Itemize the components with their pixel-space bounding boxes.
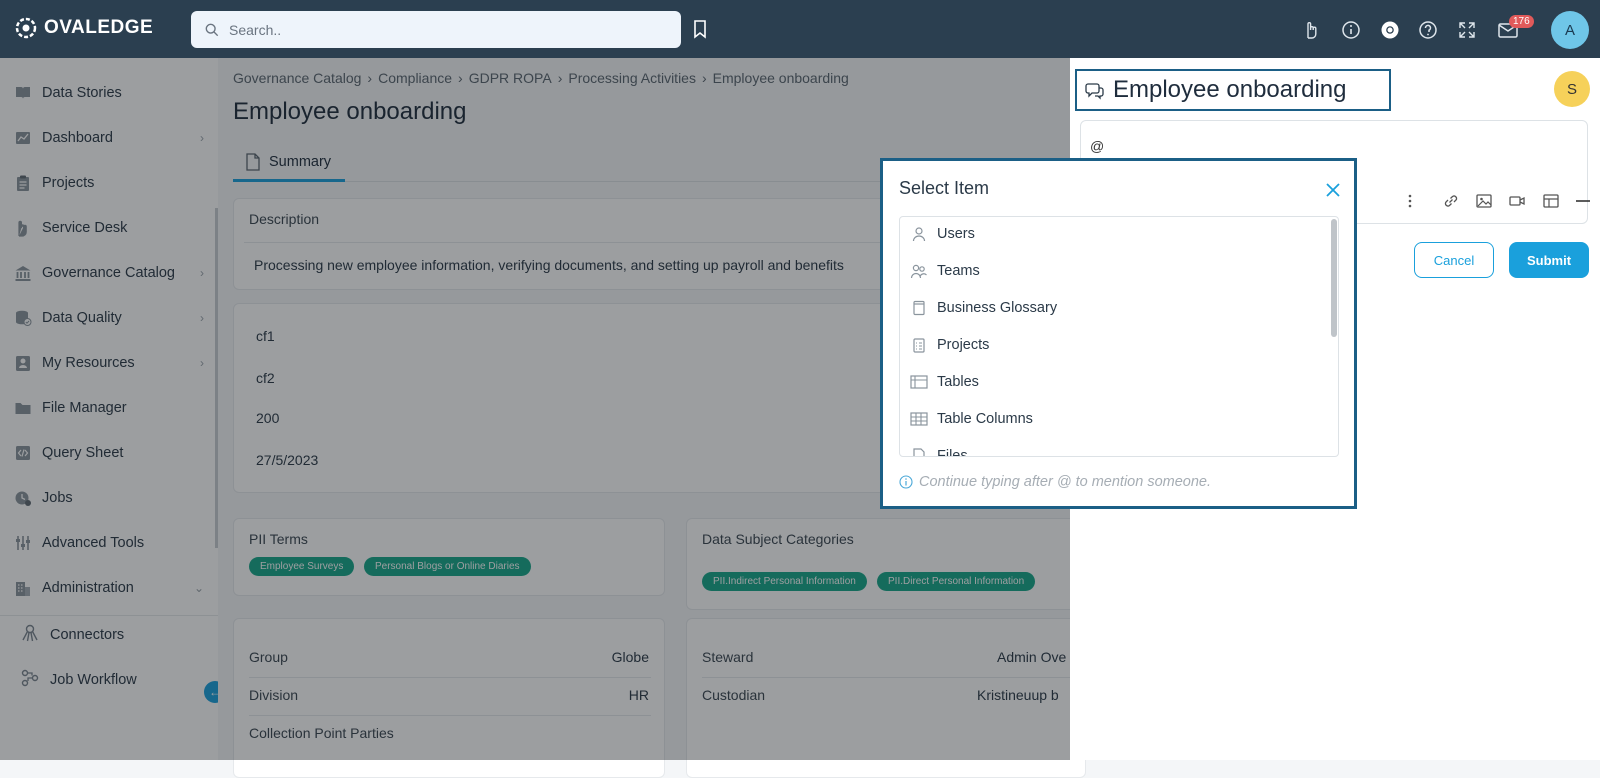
comment-editor-text[interactable]: @ xyxy=(1090,138,1104,154)
bookmark-icon[interactable] xyxy=(690,19,710,39)
brand-name: OVALEDGE xyxy=(44,17,154,38)
user-avatar[interactable]: A xyxy=(1551,11,1589,49)
list-item-users[interactable]: Users xyxy=(910,219,975,249)
link-icon[interactable] xyxy=(1442,192,1460,210)
chat-icon xyxy=(1085,83,1104,100)
info-icon[interactable] xyxy=(1341,20,1361,40)
list-scrollbar[interactable] xyxy=(1331,219,1337,337)
list-item-label: Files xyxy=(937,448,968,457)
info-icon xyxy=(899,475,913,489)
item-list: Users Teams Business Glossary Projects T… xyxy=(899,216,1339,457)
dialog-title: Select Item xyxy=(899,178,990,198)
list-item-label: Business Glossary xyxy=(937,300,1058,316)
table-icon xyxy=(910,373,928,391)
project-icon xyxy=(910,336,928,354)
comment-panel-title: Employee onboarding xyxy=(1075,69,1391,111)
list-item-projects[interactable]: Projects xyxy=(910,330,989,360)
global-search[interactable] xyxy=(191,11,681,48)
list-item-label: Users xyxy=(937,226,975,242)
chrome-icon[interactable] xyxy=(1380,20,1400,40)
comment-panel-title-text: Employee onboarding xyxy=(1113,76,1347,103)
user-icon xyxy=(910,225,928,243)
list-item-label: Table Columns xyxy=(937,411,1033,427)
expand-icon[interactable] xyxy=(1457,20,1477,40)
submit-button[interactable]: Submit xyxy=(1509,242,1589,278)
team-icon xyxy=(910,262,928,280)
glossary-icon xyxy=(910,299,928,317)
list-item-teams[interactable]: Teams xyxy=(910,256,980,286)
list-item-business-glossary[interactable]: Business Glossary xyxy=(910,293,1057,323)
video-icon[interactable] xyxy=(1508,192,1526,210)
list-icon[interactable] xyxy=(1406,192,1424,210)
close-icon[interactable] xyxy=(1324,181,1342,199)
list-item-label: Teams xyxy=(937,263,980,279)
hand-icon[interactable] xyxy=(1302,20,1322,40)
table-columns-icon xyxy=(910,410,928,428)
list-item-label: Tables xyxy=(937,374,979,390)
help-icon[interactable] xyxy=(1418,20,1438,40)
list-item-table-columns[interactable]: Table Columns xyxy=(910,404,1033,434)
list-item-label: Projects xyxy=(937,337,990,353)
table-insert-icon[interactable] xyxy=(1542,192,1560,210)
search-icon xyxy=(205,23,219,36)
list-item-tables[interactable]: Tables xyxy=(910,367,979,397)
select-item-dialog: Select Item Users Teams Business Glossar… xyxy=(880,158,1357,509)
top-bar: OVALEDGE 176 A xyxy=(0,0,1600,58)
mention-hint: Continue typing after @ to mention someo… xyxy=(899,474,1211,490)
commenter-avatar[interactable]: S xyxy=(1554,71,1590,107)
ovaledge-logo[interactable]: OVALEDGE xyxy=(14,16,153,40)
search-input[interactable] xyxy=(227,20,667,39)
horizontal-rule-icon[interactable] xyxy=(1574,192,1592,210)
file-icon xyxy=(910,447,928,456)
cancel-button[interactable]: Cancel xyxy=(1414,242,1494,278)
mention-hint-text: Continue typing after @ to mention someo… xyxy=(919,474,1211,490)
logo-icon xyxy=(15,17,37,39)
notification-badge: 176 xyxy=(1509,15,1534,28)
image-icon[interactable] xyxy=(1475,192,1493,210)
list-item-files[interactable]: Files xyxy=(910,441,968,457)
